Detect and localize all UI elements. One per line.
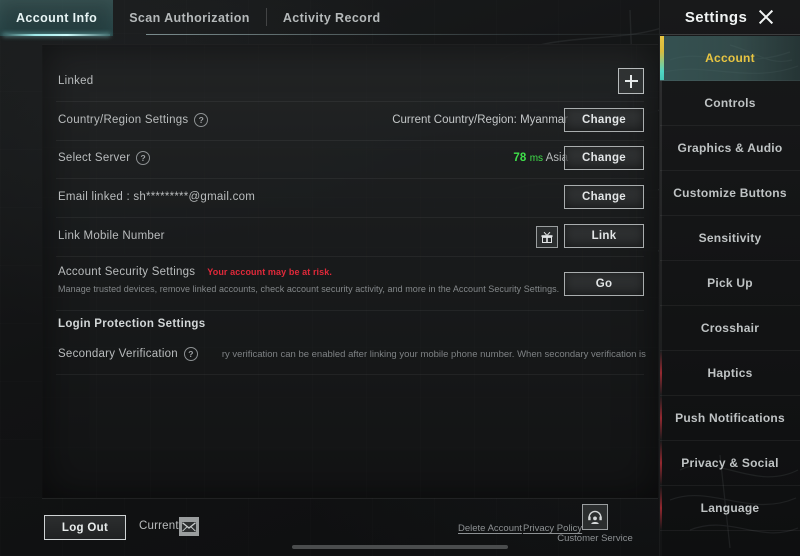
sidebar-item-customize-buttons[interactable]: Customize Buttons [660,171,800,216]
sidebar-item-controls[interactable]: Controls [660,81,800,126]
sidebar-item-label: Sensitivity [698,231,762,245]
sidebar-item-graphics-audio[interactable]: Graphics & Audio [660,126,800,171]
envelope-glyph [182,521,196,532]
linked-label: Linked [58,75,94,87]
sidebar-item-label: Graphics & Audio [677,141,783,155]
sidebar-item-sensitivity[interactable]: Sensitivity [660,216,800,261]
sidebar-item-privacy-social[interactable]: Privacy & Social [660,441,800,486]
sidebar-item-label: Account [705,51,755,65]
scroll-indicator[interactable] [292,545,508,549]
change-server-button[interactable]: Change [564,146,644,170]
server-ping-value: 78 ms Asia [513,152,568,164]
account-security-label: Account Security Settings [58,266,196,278]
headset-support-glyph [588,510,602,524]
select-server-label: Select Server [58,152,131,164]
email-linked-label-wrap: Email linked : sh*********@gmail.com [58,191,255,203]
link-mobile-label-wrap: Link Mobile Number [58,230,165,242]
headset-support-icon [582,504,608,530]
sidebar-item-label: Pick Up [707,276,753,290]
link-mobile-label: Link Mobile Number [58,230,165,242]
ping-unit: ms [529,153,544,164]
email-linked-label: Email linked : sh*********@gmail.com [58,191,256,203]
secondary-verification-label: Secondary Verification [58,348,178,360]
linked-label-wrap: Linked [58,75,93,87]
question-mark-icon[interactable]: ? [183,347,198,361]
sidebar-item-label: Language [700,501,760,515]
change-country-button[interactable]: Change [564,108,644,132]
row-country-region: Country/Region Settings ? Current Countr… [42,101,658,139]
account-security-description: Manage trusted devices, remove linked ac… [58,284,560,294]
current-account-label: Current [139,520,179,532]
settings-sidebar: Settings Account Controls Graphics & Aud… [659,0,800,556]
footer-bar: Log Out Current Delete Account Privacy P… [0,498,660,556]
sidebar-item-label: Crosshair [700,321,760,335]
add-linked-account-button[interactable] [618,68,644,94]
customer-service-label: Customer Service [557,533,633,544]
question-mark-icon[interactable]: ? [194,113,209,127]
question-mark-icon[interactable]: ? [136,151,151,165]
tab-label: Scan Authorization [129,11,250,25]
link-mobile-button[interactable]: Link [564,224,644,248]
country-region-label-wrap: Country/Region Settings ? [58,113,209,127]
sidebar-item-label: Push Notifications [675,411,785,425]
settings-menu-list: Account Controls Graphics & Audio Custom… [660,36,800,531]
account-security-label-wrap: Account Security Settings Your account m… [58,266,332,278]
select-server-label-wrap: Select Server ? [58,151,151,165]
tab-label: Activity Record [282,11,381,25]
current-country-value: Current Country/Region: Myanmar [392,114,568,126]
login-protection-title: Login Protection Settings [58,318,206,330]
row-link-mobile: Link Mobile Number Link [42,217,658,255]
delete-account-link[interactable]: Delete Account [458,523,522,534]
sidebar-item-language[interactable]: Language [660,486,800,531]
change-email-button[interactable]: Change [564,185,644,209]
secondary-verification-marquee: condary verification can be enabled afte… [222,347,648,361]
divider [56,374,644,375]
account-info-panel: Linked Country/Region Settings ? Current… [42,44,658,498]
gift-box-glyph [541,231,553,243]
row-account-security: Account Security Settings Your account m… [42,256,658,310]
row-select-server: Select Server ? 78 ms Asia Change [42,139,658,177]
ping-number: 78 [513,152,527,164]
sidebar-item-label: Controls [704,96,756,110]
tab-bar-underline [146,34,660,35]
sidebar-item-pick-up[interactable]: Pick Up [660,261,800,306]
sidebar-header-divider [660,34,800,35]
settings-screen: Account Info Scan Authorization Activity… [0,0,800,556]
tab-label: Account Info [16,11,98,25]
close-x-icon[interactable] [757,8,775,26]
envelope-icon[interactable] [179,517,199,536]
secondary-verification-label-wrap: Secondary Verification ? [58,347,198,361]
tab-scan-authorization[interactable]: Scan Authorization [113,0,266,36]
security-risk-warning: Your account may be at risk. [207,267,332,277]
top-tab-bar: Account Info Scan Authorization Activity… [0,0,660,36]
account-security-go-button[interactable]: Go [564,272,644,296]
country-region-label: Country/Region Settings [58,114,189,126]
sidebar-item-account[interactable]: Account [660,36,800,81]
row-linked: Linked [42,62,658,100]
divider [56,310,644,311]
footer-separator [42,498,658,499]
settings-header: Settings [660,0,800,34]
row-secondary-verification: Secondary Verification ? condary verific… [42,335,658,373]
sidebar-item-label: Haptics [707,366,753,380]
gift-box-icon[interactable] [536,226,558,248]
sidebar-item-label: Privacy & Social [681,456,779,470]
settings-title: Settings [684,8,748,26]
sidebar-item-push-notifications[interactable]: Push Notifications [660,396,800,441]
sidebar-item-label: Customize Buttons [673,186,787,200]
row-email-linked: Email linked : sh*********@gmail.com Cha… [42,178,658,216]
log-out-button[interactable]: Log Out [44,515,126,540]
customer-service-button[interactable]: Customer Service [557,504,633,544]
tab-account-info[interactable]: Account Info [0,0,114,36]
sidebar-item-crosshair[interactable]: Crosshair [660,306,800,351]
marquee-text: condary verification can be enabled afte… [222,348,648,360]
sidebar-item-haptics[interactable]: Haptics [660,351,800,396]
tab-activity-record[interactable]: Activity Record [267,0,397,36]
